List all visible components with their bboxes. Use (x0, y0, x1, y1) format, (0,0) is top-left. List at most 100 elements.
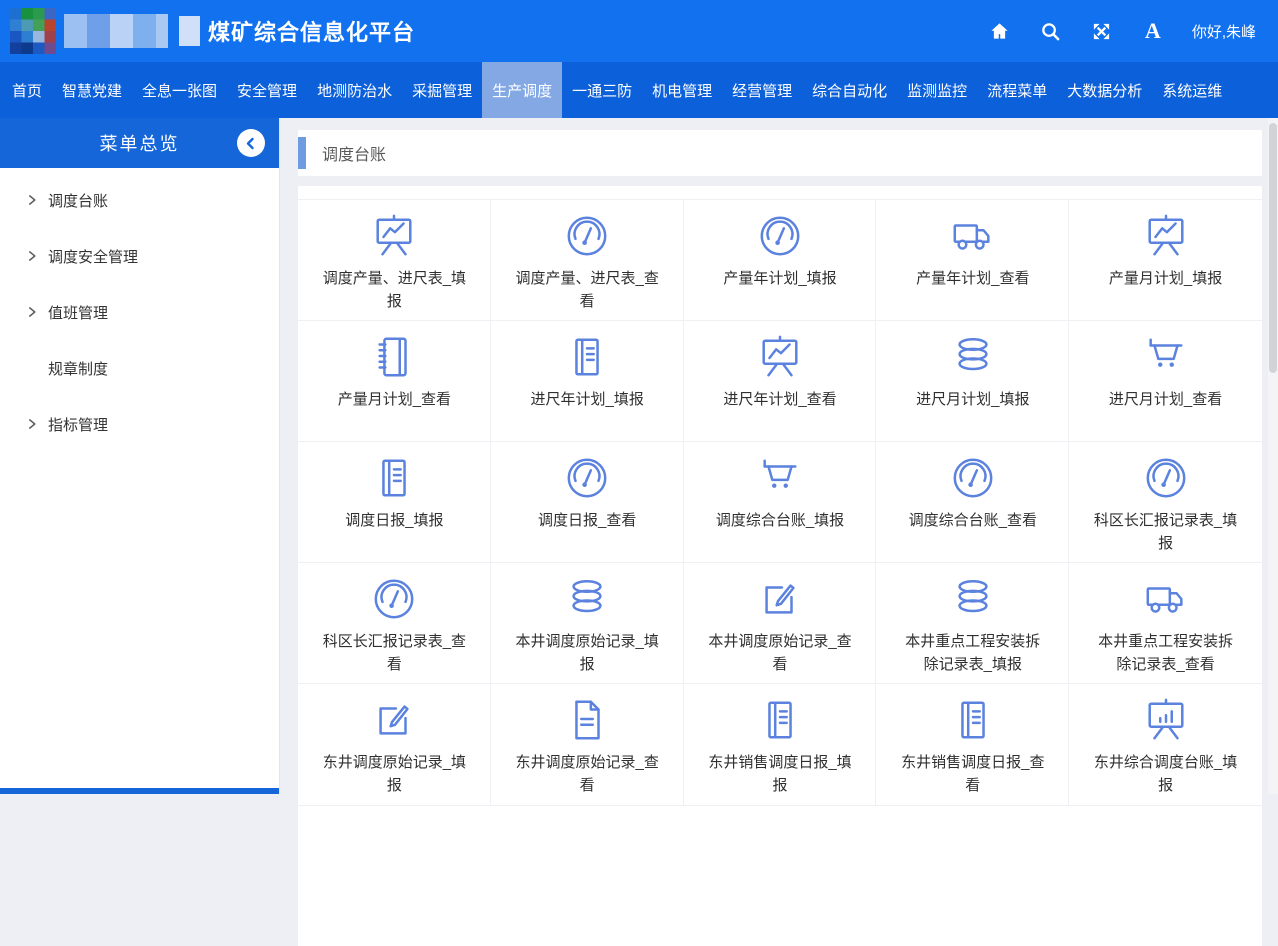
grid-item-21[interactable]: 东井调度原始记录_填报 (298, 684, 491, 805)
sidebar-collapse-button[interactable] (237, 129, 265, 157)
sidebar-bottom-bar (0, 788, 279, 794)
grid-item-7[interactable]: 进尺年计划_填报 (491, 321, 684, 442)
nav-tab-7[interactable]: 生产调度 (482, 62, 562, 118)
document-icon (564, 697, 610, 743)
user-greeting[interactable]: 你好,朱峰 (1192, 21, 1256, 42)
nav-tab-14[interactable]: 大数据分析 (1057, 62, 1152, 118)
grid-item-3[interactable]: 产量年计划_填报 (684, 200, 877, 321)
scrollbar-track[interactable] (1268, 118, 1278, 794)
database-icon (564, 576, 610, 622)
grid-item-10[interactable]: 进尺月计划_查看 (1069, 321, 1262, 442)
chevron-right-icon (27, 250, 38, 262)
scrollbar-thumb[interactable] (1269, 123, 1277, 373)
top-header: 煤矿综合信息化平台 A 你好,朱峰 (0, 0, 1278, 62)
nav-tab-6[interactable]: 采掘管理 (402, 62, 482, 118)
presentation-line-chart-icon (757, 334, 803, 380)
grid-item-label: 调度产量、进尺表_查看 (514, 268, 660, 313)
nav-tab-5[interactable]: 地测防治水 (307, 62, 402, 118)
grid-item-label: 东井综合调度台账_填报 (1093, 752, 1239, 797)
nav-tab-label: 综合自动化 (812, 80, 887, 101)
grid-item-14[interactable]: 调度综合台账_查看 (876, 442, 1069, 563)
presentation-bar-chart-icon (1143, 697, 1189, 743)
nav-tab-13[interactable]: 流程菜单 (977, 62, 1057, 118)
nav-tab-label: 地测防治水 (317, 80, 392, 101)
grid-item-5[interactable]: 产量月计划_填报 (1069, 200, 1262, 321)
grid-item-label: 产量年计划_查看 (916, 268, 1029, 291)
nav-tab-label: 系统运维 (1162, 80, 1222, 101)
nav-tab-label: 生产调度 (492, 80, 552, 101)
home-icon[interactable] (988, 19, 1012, 43)
menu-grid: 调度产量、进尺表_填报 调度产量、进尺表_查看 产量年计划_填报 产量年计划_查… (298, 200, 1262, 805)
database-icon (950, 576, 996, 622)
nav-tab-15[interactable]: 系统运维 (1152, 62, 1232, 118)
grid-item-16[interactable]: 科区长汇报记录表_查看 (298, 563, 491, 684)
nav-tab-8[interactable]: 一通三防 (562, 62, 642, 118)
grid-item-label: 东井销售调度日报_填报 (707, 752, 853, 797)
grid-item-12[interactable]: 调度日报_查看 (491, 442, 684, 563)
sidebar-title: 菜单总览 (100, 130, 180, 156)
nav-tab-9[interactable]: 机电管理 (642, 62, 722, 118)
nav-tab-4[interactable]: 安全管理 (227, 62, 307, 118)
book-lines-icon (371, 455, 417, 501)
nav-tab-label: 采掘管理 (412, 80, 472, 101)
sidebar: 菜单总览 调度台账 调度安全管理 值班管理 规章制度 指标管理 (0, 118, 280, 794)
grid-item-1[interactable]: 调度产量、进尺表_填报 (298, 200, 491, 321)
grid-item-label: 科区长汇报记录表_查看 (321, 631, 467, 676)
grid-item-18[interactable]: 本井调度原始记录_查看 (684, 563, 877, 684)
grid-item-17[interactable]: 本井调度原始记录_填报 (491, 563, 684, 684)
grid-item-6[interactable]: 产量月计划_查看 (298, 321, 491, 442)
grid-item-label: 调度日报_查看 (538, 510, 636, 533)
presentation-line-chart-icon (371, 213, 417, 259)
sidebar-menu-item-1[interactable]: 调度台账 (0, 172, 279, 228)
chevron-right-icon (27, 194, 38, 206)
sidebar-menu-item-4[interactable]: 规章制度 (0, 340, 279, 396)
sidebar-menu-item-3[interactable]: 值班管理 (0, 284, 279, 340)
grid-item-24[interactable]: 东井销售调度日报_查看 (876, 684, 1069, 805)
nav-tab-label: 流程菜单 (987, 80, 1047, 101)
grid-item-label: 本井调度原始记录_查看 (707, 631, 853, 676)
search-icon[interactable] (1039, 19, 1063, 43)
gauge-icon (564, 213, 610, 259)
chevron-right-icon (27, 306, 38, 318)
grid-item-19[interactable]: 本井重点工程安装拆除记录表_填报 (876, 563, 1069, 684)
grid-item-15[interactable]: 科区长汇报记录表_填报 (1069, 442, 1262, 563)
cart-icon (757, 455, 803, 501)
presentation-line-chart-icon (1143, 213, 1189, 259)
nav-tab-12[interactable]: 监测监控 (897, 62, 977, 118)
grid-item-label: 调度综合台账_填报 (716, 510, 844, 533)
nav-tabs: 首页智慧党建全息一张图安全管理地测防治水采掘管理生产调度一通三防机电管理经营管理… (0, 62, 1278, 118)
fullscreen-icon[interactable] (1090, 19, 1114, 43)
nav-tab-label: 机电管理 (652, 80, 712, 101)
sidebar-item-label: 值班管理 (48, 302, 108, 323)
grid-item-9[interactable]: 进尺月计划_填报 (876, 321, 1069, 442)
grid-item-13[interactable]: 调度综合台账_填报 (684, 442, 877, 563)
chevron-right-icon (27, 418, 38, 430)
nav-tab-3[interactable]: 全息一张图 (132, 62, 227, 118)
book-lines-icon (950, 697, 996, 743)
sidebar-item-label: 调度安全管理 (48, 246, 138, 267)
font-size-icon[interactable]: A (1141, 19, 1165, 43)
logo-blurred-image (10, 8, 200, 54)
book-lines-icon (757, 697, 803, 743)
grid-item-8[interactable]: 进尺年计划_查看 (684, 321, 877, 442)
sidebar-menu-item-2[interactable]: 调度安全管理 (0, 228, 279, 284)
grid-item-2[interactable]: 调度产量、进尺表_查看 (491, 200, 684, 321)
nav-tab-label: 全息一张图 (142, 80, 217, 101)
nav-tab-11[interactable]: 综合自动化 (802, 62, 897, 118)
grid-item-20[interactable]: 本井重点工程安装拆除记录表_查看 (1069, 563, 1262, 684)
nav-tab-10[interactable]: 经营管理 (722, 62, 802, 118)
sidebar-item-label: 指标管理 (48, 414, 108, 435)
sidebar-item-label: 调度台账 (48, 190, 108, 211)
grid-item-25[interactable]: 东井综合调度台账_填报 (1069, 684, 1262, 805)
nav-tab-2[interactable]: 智慧党建 (52, 62, 132, 118)
grid-item-23[interactable]: 东井销售调度日报_填报 (684, 684, 877, 805)
grid-item-4[interactable]: 产量年计划_查看 (876, 200, 1069, 321)
nav-tab-1[interactable]: 首页 (2, 62, 52, 118)
grid-item-label: 产量月计划_查看 (338, 389, 451, 412)
grid-item-label: 东井销售调度日报_查看 (900, 752, 1046, 797)
grid-item-label: 科区长汇报记录表_填报 (1093, 510, 1239, 555)
sidebar-menu-item-5[interactable]: 指标管理 (0, 396, 279, 452)
grid-item-11[interactable]: 调度日报_填报 (298, 442, 491, 563)
nav-tab-label: 大数据分析 (1067, 80, 1142, 101)
grid-item-22[interactable]: 东井调度原始记录_查看 (491, 684, 684, 805)
